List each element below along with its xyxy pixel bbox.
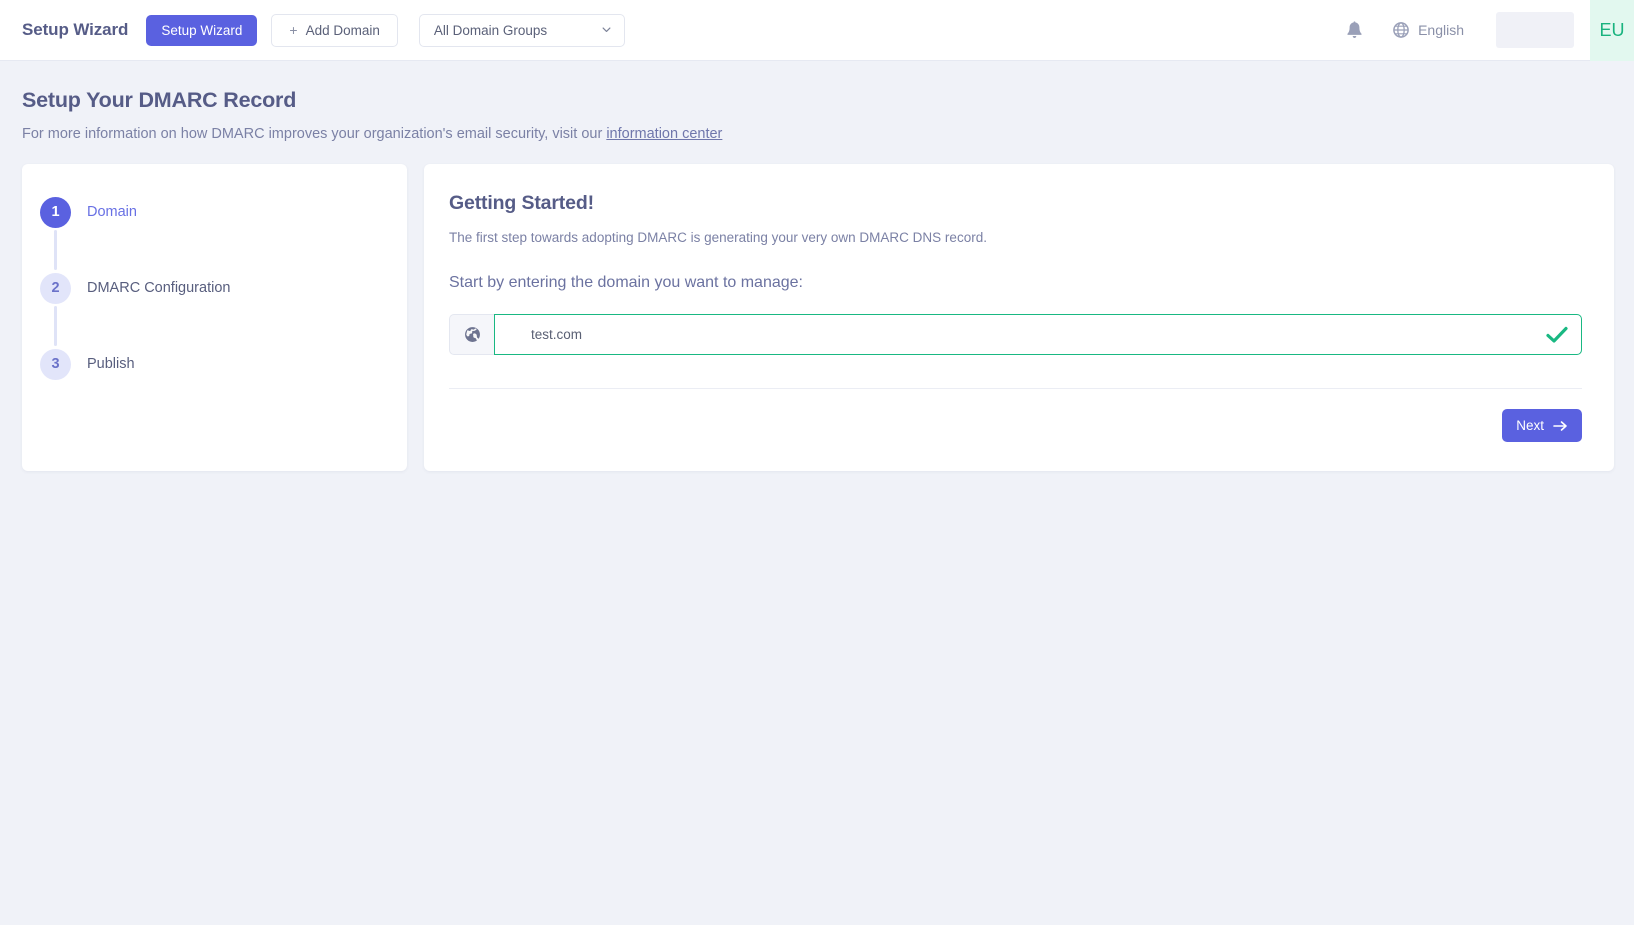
setup-wizard-button-label: Setup Wizard	[161, 22, 243, 38]
add-domain-button-label: Add Domain	[305, 22, 380, 38]
plus-icon: +	[289, 22, 298, 38]
page-subtitle-text: For more information on how DMARC improv…	[22, 126, 607, 142]
language-selector[interactable]: English	[1393, 22, 1464, 38]
domain-input-wrap	[494, 314, 1582, 355]
wizard-footer: Next	[449, 409, 1582, 442]
step-connector-2	[54, 306, 57, 346]
wizard-step-publish[interactable]: 3 Publish	[40, 346, 407, 382]
globe-icon	[1393, 22, 1409, 38]
globe-icon	[464, 327, 480, 342]
step-connector-1	[54, 230, 57, 270]
wizard-step-publish-label: Publish	[87, 356, 135, 372]
wizard-step-dmarc-configuration-label: DMARC Configuration	[87, 280, 231, 296]
getting-started-heading: Getting Started!	[449, 192, 594, 214]
app-brand-title: Setup Wizard	[22, 20, 129, 39]
domain-input-group	[449, 314, 1582, 355]
information-center-link[interactable]: information center	[606, 126, 722, 142]
wizard-step-domain-number: 1	[40, 196, 71, 228]
bell-icon	[1346, 20, 1362, 38]
topbar-right-group: English EU	[1335, 0, 1634, 61]
domain-input[interactable]	[494, 314, 1582, 355]
wizard-step-domain-label: Domain	[87, 204, 137, 220]
wizard-steps-panel: 1 Domain 2 DMARC Configuration 3 Publish	[22, 164, 407, 471]
top-navigation-bar: Setup Wizard Setup Wizard + Add Domain A…	[0, 0, 1634, 61]
page-title: Setup Your DMARC Record	[22, 88, 297, 112]
topbar-placeholder-box	[1496, 12, 1574, 48]
wizard-step-domain[interactable]: 1 Domain	[40, 194, 407, 230]
wizard-content-panel: Getting Started! The first step towards …	[424, 164, 1614, 471]
chevron-down-icon	[602, 27, 611, 33]
domain-groups-select[interactable]: All Domain Groups	[418, 13, 625, 47]
content-divider	[449, 388, 1582, 389]
page-header: Setup Your DMARC Record For more informa…	[0, 61, 1634, 142]
region-badge[interactable]: EU	[1590, 0, 1634, 61]
wizard-step-dmarc-configuration-number: 2	[40, 272, 71, 304]
region-badge-label: EU	[1599, 19, 1625, 40]
wizard-step-publish-number: 3	[40, 348, 71, 380]
notifications-button[interactable]	[1335, 11, 1373, 49]
next-button[interactable]: Next	[1502, 409, 1582, 442]
page-subtitle: For more information on how DMARC improv…	[22, 126, 1634, 142]
next-button-label: Next	[1516, 418, 1544, 433]
wizard-step-dmarc-configuration[interactable]: 2 DMARC Configuration	[40, 270, 407, 306]
setup-wizard-button[interactable]: Setup Wizard	[146, 14, 258, 46]
getting-started-description: The first step towards adopting DMARC is…	[449, 230, 987, 245]
add-domain-button[interactable]: + Add Domain	[271, 13, 398, 47]
domain-prompt-label: Start by entering the domain you want to…	[449, 274, 803, 291]
domain-groups-select-value: All Domain Groups	[433, 22, 548, 38]
wizard-panels: 1 Domain 2 DMARC Configuration 3 Publish…	[0, 164, 1634, 471]
domain-input-prefix	[449, 314, 494, 355]
arrow-right-icon	[1553, 420, 1567, 431]
language-label: English	[1418, 22, 1464, 38]
